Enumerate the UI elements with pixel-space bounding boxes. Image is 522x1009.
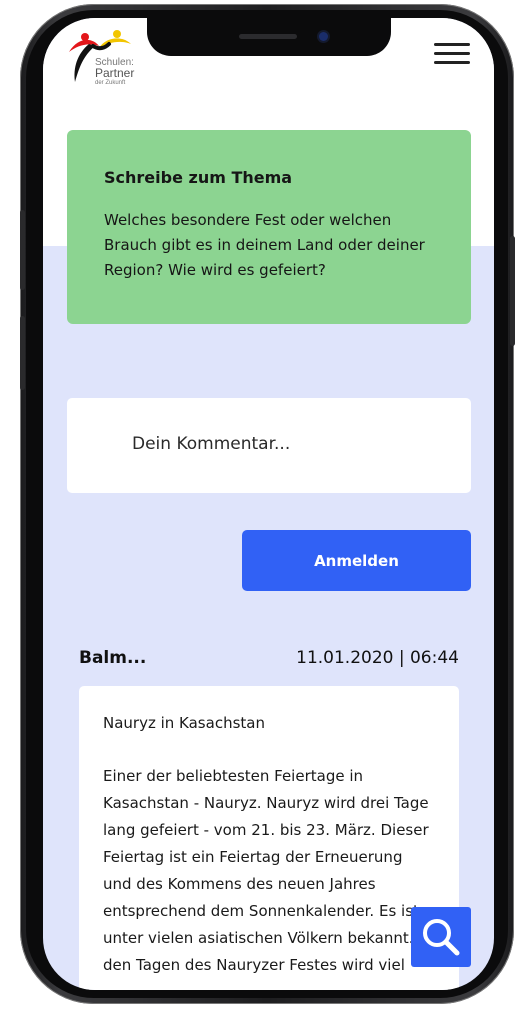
- post-body: Einer der beliebtesten Feiertage in Kasa…: [103, 767, 433, 974]
- logo-text-line2: Partner: [95, 66, 135, 80]
- logo-text-line3: der Zukunft: [95, 80, 126, 86]
- topic-title: Schreibe zum Thema: [104, 168, 293, 187]
- topic-question: Welches besondere Fest oder welchen Brau…: [104, 211, 425, 279]
- hamburger-menu-icon[interactable]: [434, 43, 470, 67]
- post-card: Nauryz in Kasachstan Einer der beliebtes…: [79, 686, 459, 990]
- phone-side-button: [20, 210, 25, 290]
- site-logo[interactable]: Schulen: Partner der Zukunft: [65, 24, 155, 90]
- post-title: Nauryz in Kasachstan: [103, 714, 265, 732]
- search-button[interactable]: [411, 907, 471, 967]
- post-date: 11.01.2020 | 06:44: [296, 648, 459, 668]
- phone-notch: [147, 18, 391, 56]
- login-button[interactable]: Anmelden: [242, 530, 471, 591]
- front-camera: [319, 32, 328, 41]
- phone-power-button: [510, 236, 515, 346]
- comment-input[interactable]: Dein Kommentar...: [67, 398, 471, 493]
- phone-screen: Schulen: Partner der Zukunft Schreibe zu…: [43, 18, 494, 990]
- search-icon: [423, 919, 460, 956]
- post-author: Balm...: [79, 648, 147, 668]
- speaker-grille: [239, 34, 297, 39]
- comment-placeholder: Dein Kommentar...: [132, 434, 291, 454]
- topic-card: Schreibe zum Thema Welches besondere Fes…: [67, 130, 471, 324]
- phone-side-button: [20, 316, 25, 390]
